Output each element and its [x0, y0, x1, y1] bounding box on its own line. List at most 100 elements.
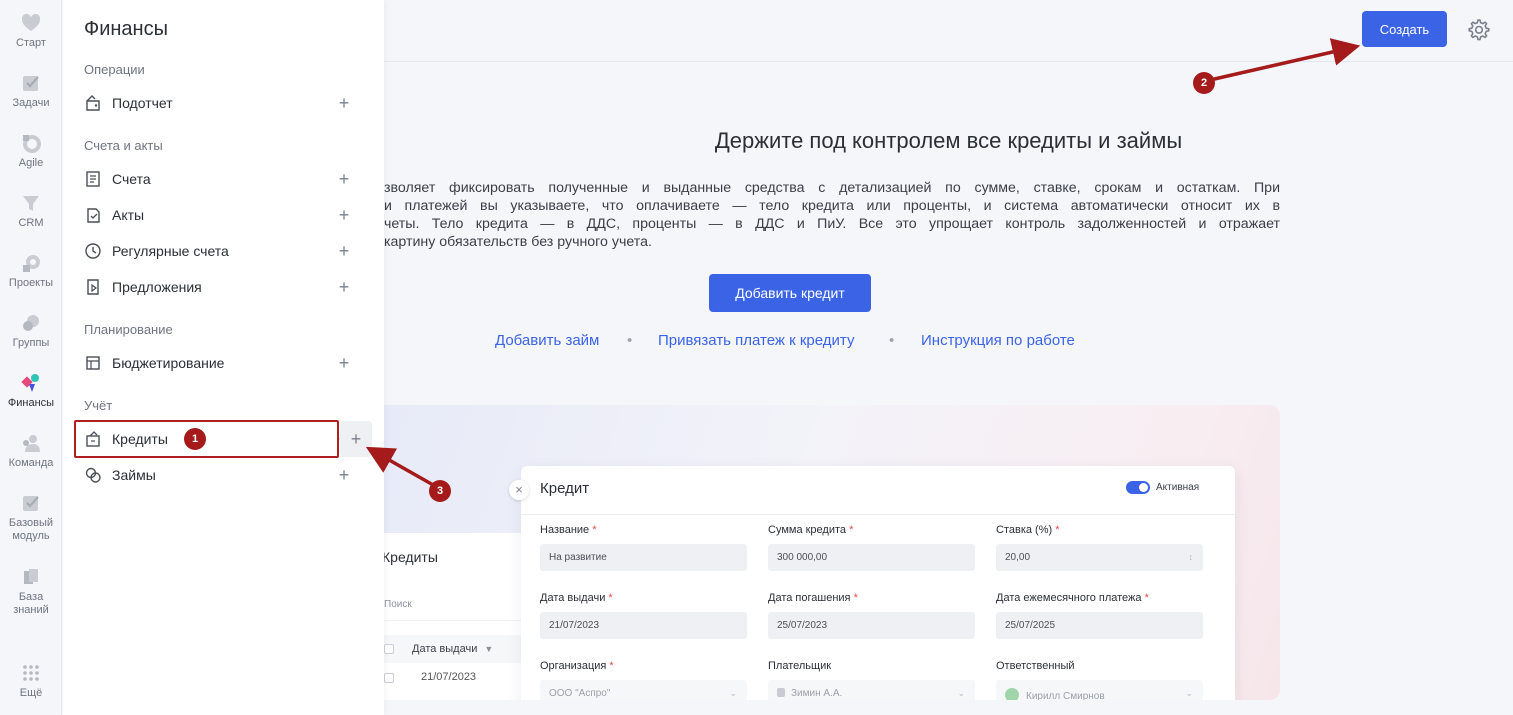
- menu-item-loans[interactable]: Займы +: [73, 457, 371, 493]
- finance-menu: Финансы Операции Подотчет + Счета и акты…: [63, 0, 384, 715]
- add-plus-icon[interactable]: +: [335, 354, 353, 372]
- close-icon: ×: [509, 480, 529, 500]
- section-operations: Операции: [84, 62, 145, 77]
- rail-label: CRM: [18, 217, 44, 229]
- rail-item-team[interactable]: Команда: [0, 432, 62, 470]
- page-description: зволяет фиксировать полученные и выданны…: [384, 179, 1280, 251]
- field-label-rate: Ставка (%) *: [996, 524, 1060, 536]
- list-row: 21/07/2023: [384, 671, 476, 683]
- field-label-repay-date: Дата погашения *: [768, 592, 858, 604]
- chevron-down-icon: ⌄: [729, 688, 737, 698]
- wallet-icon: [83, 93, 103, 113]
- clock-icon: [83, 241, 103, 261]
- list-title: Кредиты: [384, 549, 438, 565]
- divider: [521, 514, 1235, 515]
- rail-item-finance[interactable]: Финансы: [0, 372, 62, 410]
- groups-icon: [20, 312, 42, 334]
- add-loan-link[interactable]: Добавить займ: [495, 332, 599, 349]
- projects-icon: [20, 252, 42, 274]
- chevron-down-icon: ▼: [484, 644, 494, 654]
- menu-item-label: Предложения: [112, 279, 202, 295]
- create-button[interactable]: Создать: [1362, 11, 1447, 47]
- rail-item-base-module[interactable]: Базовый модуль: [0, 492, 62, 543]
- menu-item-label: Подотчет: [112, 95, 173, 111]
- menu-item-label: Бюджетирование: [112, 355, 225, 371]
- link-payment-link[interactable]: Привязать платеж к кредиту: [658, 332, 854, 349]
- field-label-name: Название *: [540, 524, 597, 536]
- link-separator: •: [627, 332, 633, 349]
- menu-item-label: Счета: [112, 171, 151, 187]
- crm-icon: [20, 192, 42, 214]
- menu-item-label: Займы: [112, 467, 156, 483]
- menu-item-label: Регулярные счета: [112, 243, 229, 259]
- page-title: Держите под контролем все кредиты и займ…: [714, 128, 1183, 153]
- add-plus-icon[interactable]: +: [335, 170, 353, 188]
- description-line: зволяет фиксировать полученные и выданны…: [384, 180, 1280, 196]
- description-line: картину обязательств без ручного учета.: [384, 234, 652, 250]
- base-module-icon: [20, 492, 42, 514]
- team-icon: [20, 432, 42, 454]
- rail-item-more[interactable]: Ещё: [0, 662, 62, 700]
- monthly-date-field: 25/07/2025: [996, 612, 1203, 639]
- annotation-badge-3: 3: [429, 480, 451, 502]
- amount-field: 300 000,00: [768, 544, 975, 571]
- menu-item-scheta[interactable]: Счета +: [73, 161, 371, 197]
- person-icon: [777, 688, 785, 697]
- rail-label: Ещё: [19, 687, 43, 699]
- active-toggle: [1126, 481, 1150, 494]
- add-plus-icon[interactable]: +: [335, 206, 353, 224]
- add-credit-button[interactable]: Добавить кредит: [709, 274, 871, 312]
- repay-date-field: 25/07/2023: [768, 612, 975, 639]
- menu-item-regular[interactable]: Регулярные счета +: [73, 233, 371, 269]
- rate-field: 20,00 ↕: [996, 544, 1203, 571]
- add-plus-icon[interactable]: +: [335, 278, 353, 296]
- form-title: Кредит: [540, 480, 590, 497]
- stepper-icon: ↕: [1188, 552, 1194, 562]
- description-line: четы. Тело кредита — в ДДС, проценты — в…: [384, 216, 1280, 232]
- chevron-down-icon: ⌄: [957, 688, 965, 698]
- rail-item-knowledge-base[interactable]: База знаний: [0, 566, 62, 617]
- field-label-monthly-date: Дата ежемесячного платежа *: [996, 592, 1149, 604]
- gear-icon[interactable]: [1466, 17, 1492, 43]
- column-label: Дата выдачи: [412, 643, 478, 655]
- responsible-select: Кирилл Смирнов ⌄: [996, 680, 1203, 700]
- finance-icon: [20, 372, 42, 394]
- description-line: и платежей вы указываете, что оплачивает…: [384, 198, 1280, 214]
- rail-item-tasks[interactable]: Задачи: [0, 72, 62, 110]
- instructions-link[interactable]: Инструкция по работе: [921, 332, 1075, 349]
- section-planning: Планирование: [84, 322, 173, 337]
- annotation-highlight-box: [74, 420, 339, 458]
- rail-item-start[interactable]: Старт: [0, 12, 62, 50]
- row-value: 21/07/2023: [421, 671, 477, 683]
- rail-label: Старт: [16, 37, 46, 49]
- name-field: На развитие: [540, 544, 747, 571]
- menu-item-akty[interactable]: Акты +: [73, 197, 371, 233]
- more-grid-icon: [20, 662, 42, 684]
- payer-select: Зимин А.А. ⌄: [768, 680, 975, 700]
- add-credit-plus-icon[interactable]: +: [347, 430, 365, 448]
- link-separator: •: [889, 332, 895, 349]
- add-plus-icon[interactable]: +: [335, 466, 353, 484]
- avatar: [1005, 688, 1019, 700]
- section-accounts: Счета и акты: [84, 138, 163, 153]
- rail-label: Agile: [18, 157, 44, 169]
- menu-item-budget[interactable]: Бюджетирование +: [73, 345, 371, 381]
- list-search-input: Поиск: [384, 593, 534, 621]
- menu-item-offers[interactable]: Предложения +: [73, 269, 371, 305]
- top-bar: [384, 0, 1513, 62]
- rail-item-crm[interactable]: CRM: [0, 192, 62, 230]
- budget-icon: [83, 353, 103, 373]
- rail-item-agile[interactable]: Agile: [0, 132, 62, 170]
- annotation-badge-2: 2: [1193, 72, 1215, 94]
- rail-item-projects[interactable]: Проекты: [0, 252, 62, 290]
- menu-item-podotchet[interactable]: Подотчет +: [73, 85, 371, 121]
- add-plus-icon[interactable]: +: [335, 94, 353, 112]
- section-accounting: Учёт: [84, 398, 113, 413]
- rail-label: Финансы: [7, 397, 55, 409]
- field-label-org: Организация *: [540, 660, 614, 672]
- field-label-issue-date: Дата выдачи *: [540, 592, 613, 604]
- rail-item-groups[interactable]: Группы: [0, 312, 62, 350]
- checkbox: [384, 673, 394, 683]
- rail-label: Проекты: [8, 277, 54, 289]
- add-plus-icon[interactable]: +: [335, 242, 353, 260]
